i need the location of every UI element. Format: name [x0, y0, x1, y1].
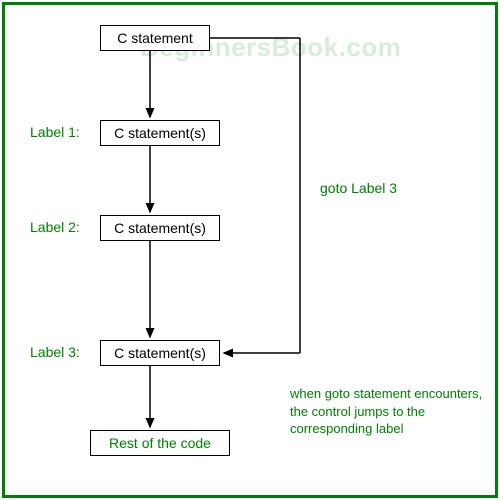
label-3: Label 3: — [30, 344, 80, 360]
node-text: C statement(s) — [114, 345, 206, 361]
node-text: C statement(s) — [114, 220, 206, 236]
node-text: C statement — [117, 30, 192, 46]
explanation-note: when goto statement encounters, the cont… — [290, 385, 490, 438]
node-label2-statements: C statement(s) — [100, 215, 220, 241]
goto-label-text: goto Label 3 — [320, 180, 397, 196]
node-c-statement: C statement — [100, 25, 210, 51]
label-2: Label 2: — [30, 219, 80, 235]
node-text: C statement(s) — [114, 125, 206, 141]
label-1: Label 1: — [30, 124, 80, 140]
node-text: Rest of the code — [109, 435, 211, 451]
node-label1-statements: C statement(s) — [100, 120, 220, 146]
node-label3-statements: C statement(s) — [100, 340, 220, 366]
node-rest-of-code: Rest of the code — [90, 430, 230, 456]
